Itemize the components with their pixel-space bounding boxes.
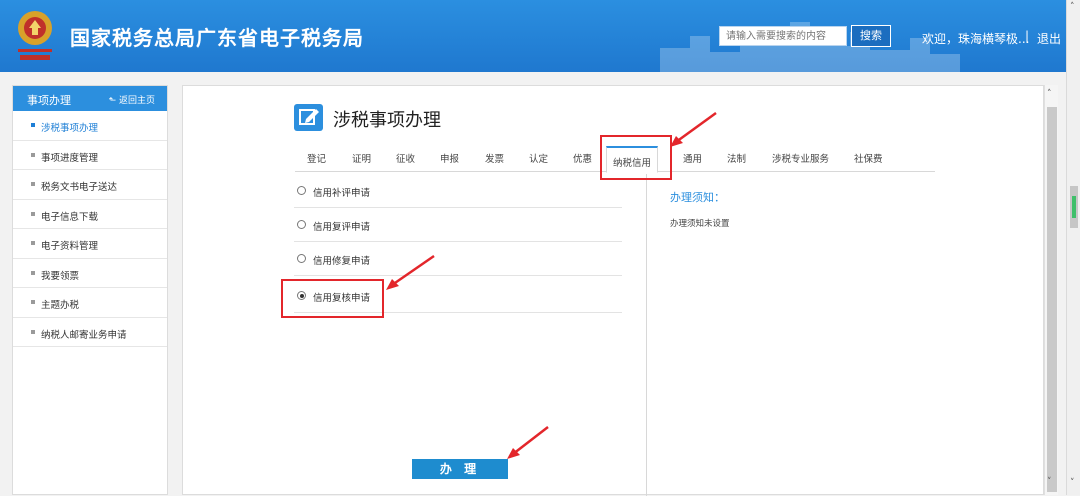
- sidebar-item-label: 我要领票: [41, 270, 80, 282]
- scroll-down-icon[interactable]: ˅: [1047, 477, 1052, 487]
- edit-icon: [294, 104, 323, 131]
- sidebar-item-label: 电子资料管理: [41, 241, 99, 252]
- option-credit-reevaluate[interactable]: 信用复评申请: [294, 208, 622, 242]
- bullet-icon: [31, 123, 35, 127]
- radio-button[interactable]: [297, 220, 306, 229]
- column-divider: [646, 174, 647, 496]
- tab-invoice[interactable]: 发票: [485, 151, 504, 165]
- tab-collection[interactable]: 征收: [396, 151, 415, 165]
- back-arrow-icon: ⬑: [108, 96, 119, 106]
- back-home-link[interactable]: ⬑ 返回主页: [109, 93, 155, 106]
- bullet-icon: [31, 182, 35, 186]
- sidebar-item-download[interactable]: 电子信息下载: [13, 200, 167, 229]
- scroll-up-icon[interactable]: ˄: [1070, 2, 1075, 12]
- header-separator: |: [1025, 29, 1030, 43]
- scroll-thumb[interactable]: [1047, 107, 1057, 492]
- sidebar-item-label: 事项进度管理: [41, 152, 99, 164]
- highlight-box-tab: [600, 135, 672, 180]
- scroll-marker: [1072, 196, 1076, 218]
- sidebar-item-label: 主题办税: [41, 300, 80, 311]
- tab-register[interactable]: 登记: [307, 151, 326, 165]
- sidebar-item-label: 税务文书电子送达: [41, 182, 118, 193]
- bullet-icon: [31, 300, 35, 304]
- emblem-icon: [18, 11, 52, 60]
- bullet-icon: [31, 152, 35, 157]
- bullet-icon: [31, 270, 35, 275]
- sidebar-item-e-delivery[interactable]: 税务文书电子送达: [13, 170, 167, 200]
- notice-title: 办理须知：: [670, 191, 725, 204]
- tab-professional-service[interactable]: 涉税专业服务: [772, 151, 829, 165]
- annotation-arrow-icon: [386, 254, 435, 290]
- tab-social-insurance[interactable]: 社保费: [854, 151, 883, 165]
- sidebar-item-tax-matters[interactable]: 涉税事项办理: [13, 111, 167, 141]
- sidebar-item-label: 电子信息下载: [41, 211, 99, 223]
- page-title: 涉税事项办理: [333, 110, 441, 131]
- tab-certify[interactable]: 认定: [529, 151, 548, 165]
- search-button[interactable]: 搜索: [851, 25, 891, 47]
- sidebar-item-label: 纳税人邮寄业务申请: [41, 329, 127, 341]
- main-scrollbar[interactable]: ˄ ˅: [1044, 85, 1058, 495]
- annotation-arrow-icon: [507, 426, 549, 459]
- notice-body: 办理须知未设置: [670, 219, 730, 229]
- sidebar-item-mail[interactable]: 纳税人邮寄业务申请: [13, 318, 167, 347]
- tab-declare[interactable]: 申报: [440, 151, 459, 165]
- sidebar-item-topics[interactable]: 主题办税: [13, 288, 167, 318]
- welcome-user[interactable]: 欢迎，珠海横琴极...: [922, 30, 1029, 47]
- bullet-icon: [31, 241, 35, 245]
- option-label: 信用修复申请: [313, 256, 371, 267]
- annotation-arrow-icon: [670, 111, 717, 147]
- tab-general[interactable]: 通用: [683, 151, 702, 165]
- option-credit-repair[interactable]: 信用修复申请: [294, 242, 622, 276]
- submit-button[interactable]: 办 理: [412, 459, 508, 479]
- top-header: 国家税务总局广东省电子税务局 搜索 欢迎，珠海横琴极... | 退出: [0, 0, 1080, 72]
- sidebar-item-label: 涉税事项办理: [41, 123, 99, 134]
- sidebar-item-documents[interactable]: 电子资料管理: [13, 229, 167, 259]
- tab-preferential[interactable]: 优惠: [573, 151, 592, 165]
- radio-button[interactable]: [297, 186, 306, 195]
- sidebar-header: 事项办理 ⬑ 返回主页: [13, 86, 167, 111]
- option-label: 信用补评申请: [313, 188, 371, 199]
- back-home-label: 返回主页: [118, 96, 155, 106]
- option-credit-supplement[interactable]: 信用补评申请: [294, 174, 622, 208]
- tab-legal[interactable]: 法制: [727, 151, 746, 165]
- sidebar-item-invoice[interactable]: 我要领票: [13, 259, 167, 288]
- scroll-down-icon[interactable]: ˅: [1070, 478, 1075, 488]
- sidebar-item-progress[interactable]: 事项进度管理: [13, 141, 167, 170]
- tab-certificate[interactable]: 证明: [352, 151, 371, 165]
- search-input[interactable]: [719, 26, 847, 46]
- sidebar-title: 事项办理: [27, 94, 71, 107]
- radio-button[interactable]: [297, 254, 306, 263]
- window-scrollbar[interactable]: ˄ ˅: [1066, 0, 1080, 495]
- site-title: 国家税务总局广东省电子税务局: [70, 26, 364, 50]
- logout-link[interactable]: 退出: [1037, 30, 1061, 47]
- bullet-icon: [31, 211, 35, 216]
- highlight-box-option: [281, 279, 384, 318]
- bullet-icon: [31, 329, 35, 334]
- option-label: 信用复评申请: [313, 222, 371, 233]
- scroll-up-icon[interactable]: ˄: [1047, 89, 1052, 99]
- sidebar: 事项办理 ⬑ 返回主页 涉税事项办理 事项进度管理 税务文书电子送达 电子信息下…: [12, 85, 168, 495]
